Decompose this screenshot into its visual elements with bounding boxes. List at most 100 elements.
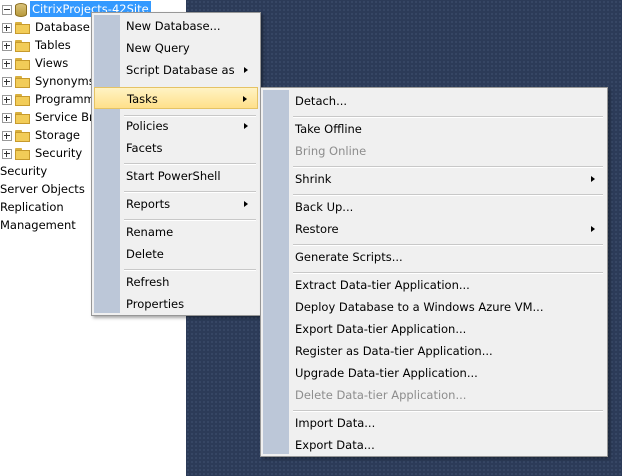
tree-node-synonyms[interactable]: Synonyms — [2, 72, 95, 90]
menu-item-upgrade-data-tier[interactable]: Upgrade Data-tier Application... — [263, 362, 605, 384]
menu-item-label: Start PowerShell — [126, 169, 221, 183]
menu-item-label: Register as Data-tier Application... — [295, 344, 493, 358]
menu-item-extract-data-tier[interactable]: Extract Data-tier Application... — [263, 274, 605, 296]
menu-item-delete-data-tier: Delete Data-tier Application... — [263, 384, 605, 406]
menu-item-label: New Database... — [126, 19, 221, 33]
submenu-arrow-icon — [244, 67, 248, 73]
menu-item-new-database[interactable]: New Database... — [94, 15, 258, 37]
collapse-icon[interactable] — [2, 4, 12, 15]
menu-item-label: Rename — [126, 225, 174, 239]
menu-item-label: Restore — [295, 222, 339, 236]
menu-item-export-data[interactable]: Export Data... — [263, 434, 605, 456]
submenu-arrow-icon — [244, 201, 248, 207]
menu-item-label: Export Data... — [295, 438, 375, 452]
menu-item-tasks[interactable]: Tasks — [94, 87, 258, 109]
menu-item-deploy-to-azure-vm[interactable]: Deploy Database to a Windows Azure VM... — [263, 296, 605, 318]
folder-icon — [15, 57, 31, 70]
menu-item-rename[interactable]: Rename — [94, 221, 258, 243]
tree-node-label: Tables — [35, 38, 71, 52]
menu-item-label: Reports — [126, 197, 171, 211]
database-context-menu: New Database... New Query Script Databas… — [91, 12, 261, 316]
expand-icon[interactable] — [2, 76, 12, 87]
folder-icon — [15, 147, 31, 160]
menu-item-label: Policies — [126, 119, 169, 133]
submenu-arrow-icon — [591, 226, 595, 232]
menu-item-delete[interactable]: Delete — [94, 243, 258, 265]
tree-node-label: Security — [0, 164, 48, 178]
expand-icon[interactable] — [2, 40, 12, 51]
folder-icon — [15, 39, 31, 52]
menu-item-shrink[interactable]: Shrink — [263, 168, 605, 190]
menu-item-label: Shrink — [295, 172, 332, 186]
menu-item-label: New Query — [126, 41, 190, 55]
folder-icon — [15, 129, 31, 142]
menu-item-label: Deploy Database to a Windows Azure VM... — [295, 300, 544, 314]
tree-node-tables[interactable]: Tables — [2, 36, 71, 54]
menu-item-export-data-tier[interactable]: Export Data-tier Application... — [263, 318, 605, 340]
tree-node-database-diagrams[interactable]: Database D — [2, 18, 102, 36]
tree-node-label: Storage — [35, 128, 80, 142]
menu-item-label: Export Data-tier Application... — [295, 322, 467, 336]
menu-item-label: Properties — [126, 297, 185, 311]
menu-item-take-offline[interactable]: Take Offline — [263, 118, 605, 140]
expand-icon[interactable] — [2, 112, 12, 123]
tree-node-label: Security — [35, 146, 83, 160]
menu-item-policies[interactable]: Policies — [94, 115, 258, 137]
tree-node-label: Synonyms — [35, 74, 95, 88]
menu-item-label: Tasks — [127, 92, 158, 106]
tree-node-views[interactable]: Views — [2, 54, 68, 72]
tree-node-label: Server Objects — [0, 182, 85, 196]
tree-node-label: Management — [0, 218, 76, 232]
expand-icon[interactable] — [2, 58, 12, 69]
menu-item-label: Delete Data-tier Application... — [295, 388, 467, 402]
tree-node-replication[interactable]: Replication — [0, 198, 64, 216]
menu-item-detach[interactable]: Detach... — [263, 90, 605, 112]
menu-item-start-powershell[interactable]: Start PowerShell — [94, 165, 258, 187]
tree-node-label: Replication — [0, 200, 64, 214]
menu-item-label: Extract Data-tier Application... — [295, 278, 470, 292]
menu-item-label: Refresh — [126, 275, 170, 289]
menu-item-new-query[interactable]: New Query — [94, 37, 258, 59]
menu-item-label: Facets — [126, 141, 163, 155]
menu-item-label: Take Offline — [295, 122, 362, 136]
menu-item-label: Script Database as — [126, 63, 235, 77]
menu-item-bring-online: Bring Online — [263, 140, 605, 162]
menu-item-properties[interactable]: Properties — [94, 293, 258, 315]
menu-item-label: Detach... — [295, 94, 348, 108]
tree-node-security[interactable]: Security — [2, 144, 82, 162]
tree-node-server-security[interactable]: Security — [0, 162, 47, 180]
submenu-arrow-icon — [243, 96, 247, 102]
folder-icon — [15, 111, 31, 124]
menu-item-generate-scripts[interactable]: Generate Scripts... — [263, 246, 605, 268]
menu-item-label: Generate Scripts... — [295, 250, 403, 264]
menu-item-back-up[interactable]: Back Up... — [263, 196, 605, 218]
tree-node-label: Programm — [35, 92, 95, 106]
expand-icon[interactable] — [2, 94, 12, 105]
menu-item-label: Upgrade Data-tier Application... — [295, 366, 478, 380]
database-icon — [15, 2, 27, 17]
expand-icon[interactable] — [2, 148, 12, 159]
menu-item-label: Back Up... — [295, 200, 354, 214]
menu-item-label: Bring Online — [295, 144, 367, 158]
folder-icon — [15, 75, 31, 88]
menu-item-import-data[interactable]: Import Data... — [263, 412, 605, 434]
menu-item-register-data-tier[interactable]: Register as Data-tier Application... — [263, 340, 605, 362]
tree-node-label: Views — [35, 56, 69, 70]
tree-node-programmability[interactable]: Programm — [2, 90, 95, 108]
tasks-submenu: Detach... Take Offline Bring Online Shri… — [260, 87, 608, 457]
folder-icon — [15, 93, 31, 106]
tree-node-storage[interactable]: Storage — [2, 126, 80, 144]
expand-icon[interactable] — [2, 130, 12, 141]
menu-item-label: Import Data... — [295, 416, 376, 430]
tree-node-server-objects[interactable]: Server Objects — [0, 180, 85, 198]
tree-node-management[interactable]: Management — [0, 216, 76, 234]
folder-icon — [15, 21, 31, 34]
menu-item-script-database-as[interactable]: Script Database as — [94, 59, 258, 81]
menu-item-refresh[interactable]: Refresh — [94, 271, 258, 293]
menu-item-label: Delete — [126, 247, 164, 261]
menu-item-facets[interactable]: Facets — [94, 137, 258, 159]
tree-node-service-broker[interactable]: Service Bro — [2, 108, 101, 126]
menu-item-restore[interactable]: Restore — [263, 218, 605, 240]
menu-item-reports[interactable]: Reports — [94, 193, 258, 215]
expand-icon[interactable] — [2, 22, 12, 33]
